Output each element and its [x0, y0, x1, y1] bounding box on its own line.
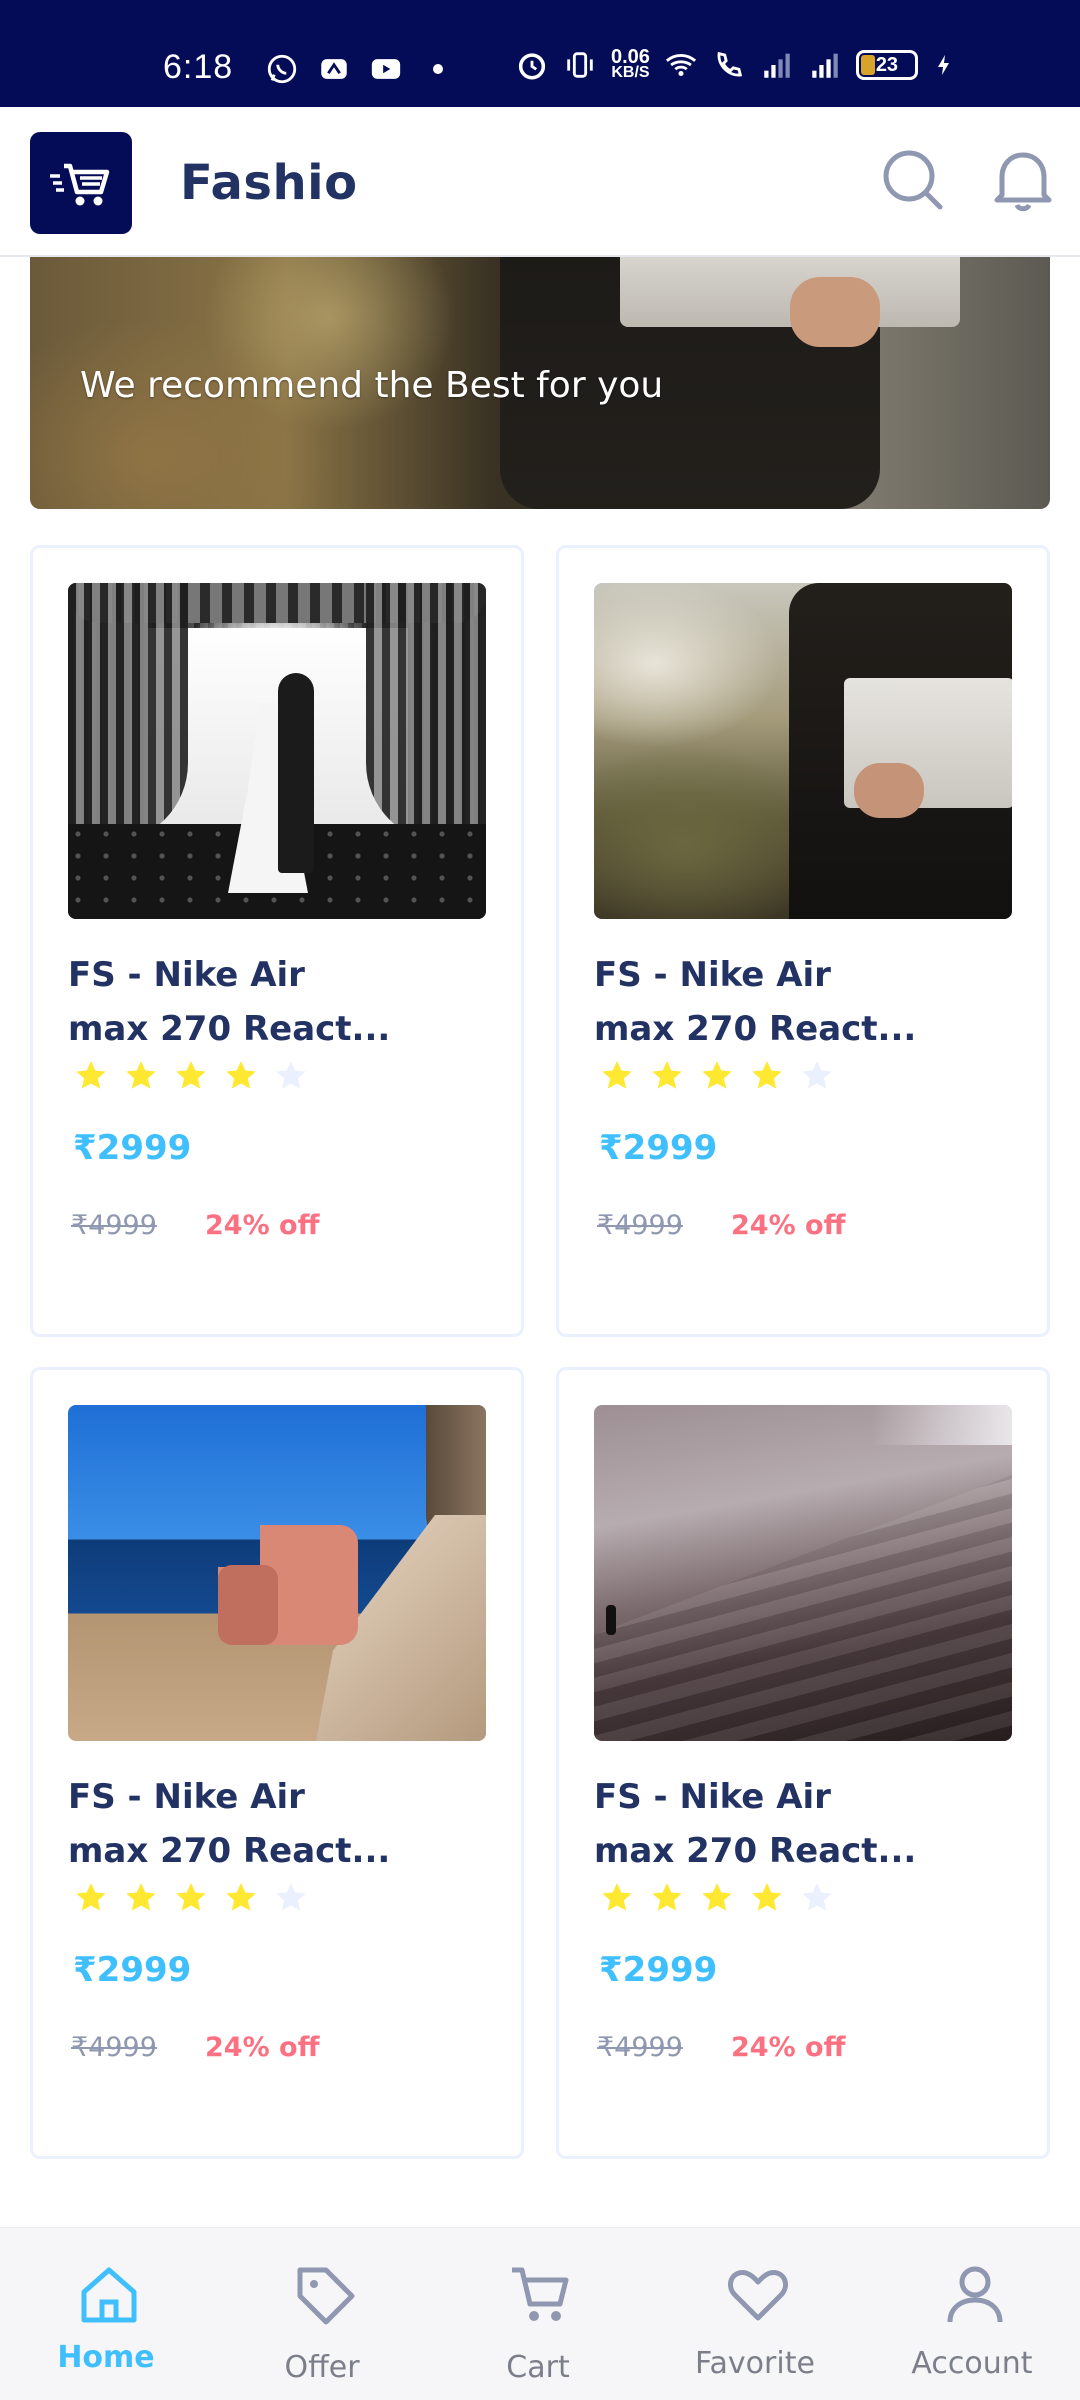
nav-label: Favorite — [695, 2346, 815, 2381]
star-filled-icon — [176, 1883, 206, 1911]
search-icon[interactable] — [880, 147, 946, 213]
nav-label: Offer — [284, 2350, 360, 2385]
net-speed: 0.06 KB/S — [611, 46, 650, 81]
status-time: 6:18 — [163, 48, 234, 86]
star-empty-icon — [276, 1061, 306, 1089]
product-price: ₹2999 — [599, 1128, 718, 1168]
rating-stars — [73, 1058, 309, 1094]
nav-label: Cart — [506, 2350, 570, 2385]
star-filled-icon — [226, 1883, 256, 1911]
star-filled-icon — [76, 1061, 106, 1089]
star-empty-icon — [802, 1061, 832, 1089]
status-system-icons: 0.06 KB/S 23 — [515, 46, 956, 82]
nav-cart[interactable]: Cart — [438, 2228, 638, 2400]
product-price: ₹2999 — [73, 1950, 192, 1990]
star-filled-icon — [602, 1061, 632, 1089]
vibrate-icon — [567, 52, 593, 78]
product-card[interactable]: FS - Nike Air max 270 React... ₹2999 ₹499… — [556, 1367, 1050, 2159]
star-filled-icon — [602, 1883, 632, 1911]
product-card[interactable]: FS - Nike Air max 270 React... ₹2999 ₹499… — [30, 1367, 524, 2159]
discount-label: 24% off — [731, 1210, 846, 1241]
battery-level: 23 — [875, 53, 899, 76]
home-icon — [81, 2267, 137, 2323]
star-empty-icon — [276, 1883, 306, 1911]
star-filled-icon — [176, 1061, 206, 1089]
signal-icon — [812, 53, 838, 78]
discount-label: 24% off — [205, 2032, 320, 2063]
star-filled-icon — [126, 1883, 156, 1911]
rating-stars — [73, 1880, 309, 1916]
signal-icon — [764, 53, 790, 78]
net-speed-unit: KB/S — [611, 64, 650, 81]
bottom-navigation: Home Offer Cart Favorite Account — [0, 2227, 1080, 2400]
product-name: FS - Nike Air max 270 React... — [594, 1777, 917, 1871]
app-header: Fashio — [0, 107, 1080, 257]
recommend-banner[interactable]: We recommend the Best for you — [30, 257, 1050, 509]
whatsapp-icon — [267, 54, 297, 84]
discount-label: 24% off — [731, 2032, 846, 2063]
app-icon — [321, 59, 347, 79]
star-filled-icon — [752, 1061, 782, 1089]
app-title: Fashio — [180, 155, 358, 211]
nav-label: Home — [57, 2340, 155, 2375]
product-card[interactable]: FS - Nike Air max 270 React... ₹2999 ₹499… — [556, 545, 1050, 1337]
banner-text: We recommend the Best for you — [80, 365, 664, 406]
star-filled-icon — [226, 1061, 256, 1089]
net-speed-value: 0.06 — [611, 46, 650, 68]
product-name: FS - Nike Air max 270 React... — [68, 1777, 391, 1871]
product-name: FS - Nike Air max 270 React... — [594, 955, 917, 1049]
product-image — [594, 1405, 1012, 1741]
rating-stars — [599, 1880, 835, 1916]
status-bar: 6:18 0.06 KB/S 23 — [0, 0, 1080, 107]
star-filled-icon — [652, 1061, 682, 1089]
bell-icon[interactable] — [990, 145, 1056, 215]
battery-icon: 23 — [855, 50, 918, 80]
status-notification-icons — [265, 52, 443, 86]
wifi-icon — [665, 54, 697, 77]
star-filled-icon — [702, 1883, 732, 1911]
heart-icon — [728, 2270, 788, 2321]
product-card[interactable]: FS - Nike Air max 270 React... ₹2999 ₹499… — [30, 545, 524, 1337]
app-logo — [30, 132, 132, 234]
product-image — [594, 583, 1012, 919]
star-filled-icon — [752, 1883, 782, 1911]
star-filled-icon — [76, 1883, 106, 1911]
youtube-icon — [371, 59, 401, 79]
dot-icon — [433, 64, 443, 74]
nav-offer[interactable]: Offer — [222, 2228, 422, 2400]
alarm-icon — [518, 53, 546, 80]
star-filled-icon — [126, 1061, 156, 1089]
product-name: FS - Nike Air max 270 React... — [68, 955, 391, 1049]
star-filled-icon — [652, 1883, 682, 1911]
original-price: ₹4999 — [597, 1210, 683, 1241]
star-empty-icon — [802, 1883, 832, 1911]
discount-label: 24% off — [205, 1210, 320, 1241]
nav-home[interactable]: Home — [6, 2228, 206, 2400]
nav-label: Account — [911, 2346, 1033, 2381]
tag-icon — [297, 2267, 355, 2325]
product-image — [68, 583, 486, 919]
product-image — [68, 1405, 486, 1741]
original-price: ₹4999 — [597, 2032, 683, 2063]
product-price: ₹2999 — [599, 1950, 718, 1990]
original-price: ₹4999 — [71, 2032, 157, 2063]
nav-account[interactable]: Account — [872, 2228, 1072, 2400]
rating-stars — [599, 1058, 835, 1094]
shopping-cart-icon — [50, 163, 110, 206]
original-price: ₹4999 — [71, 1210, 157, 1241]
call-icon — [717, 51, 743, 77]
charging-icon — [937, 55, 949, 75]
product-price: ₹2999 — [73, 1128, 192, 1168]
user-icon — [947, 2266, 1003, 2323]
nav-favorite[interactable]: Favorite — [655, 2228, 855, 2400]
star-filled-icon — [702, 1061, 732, 1089]
cart-icon — [512, 2267, 569, 2321]
